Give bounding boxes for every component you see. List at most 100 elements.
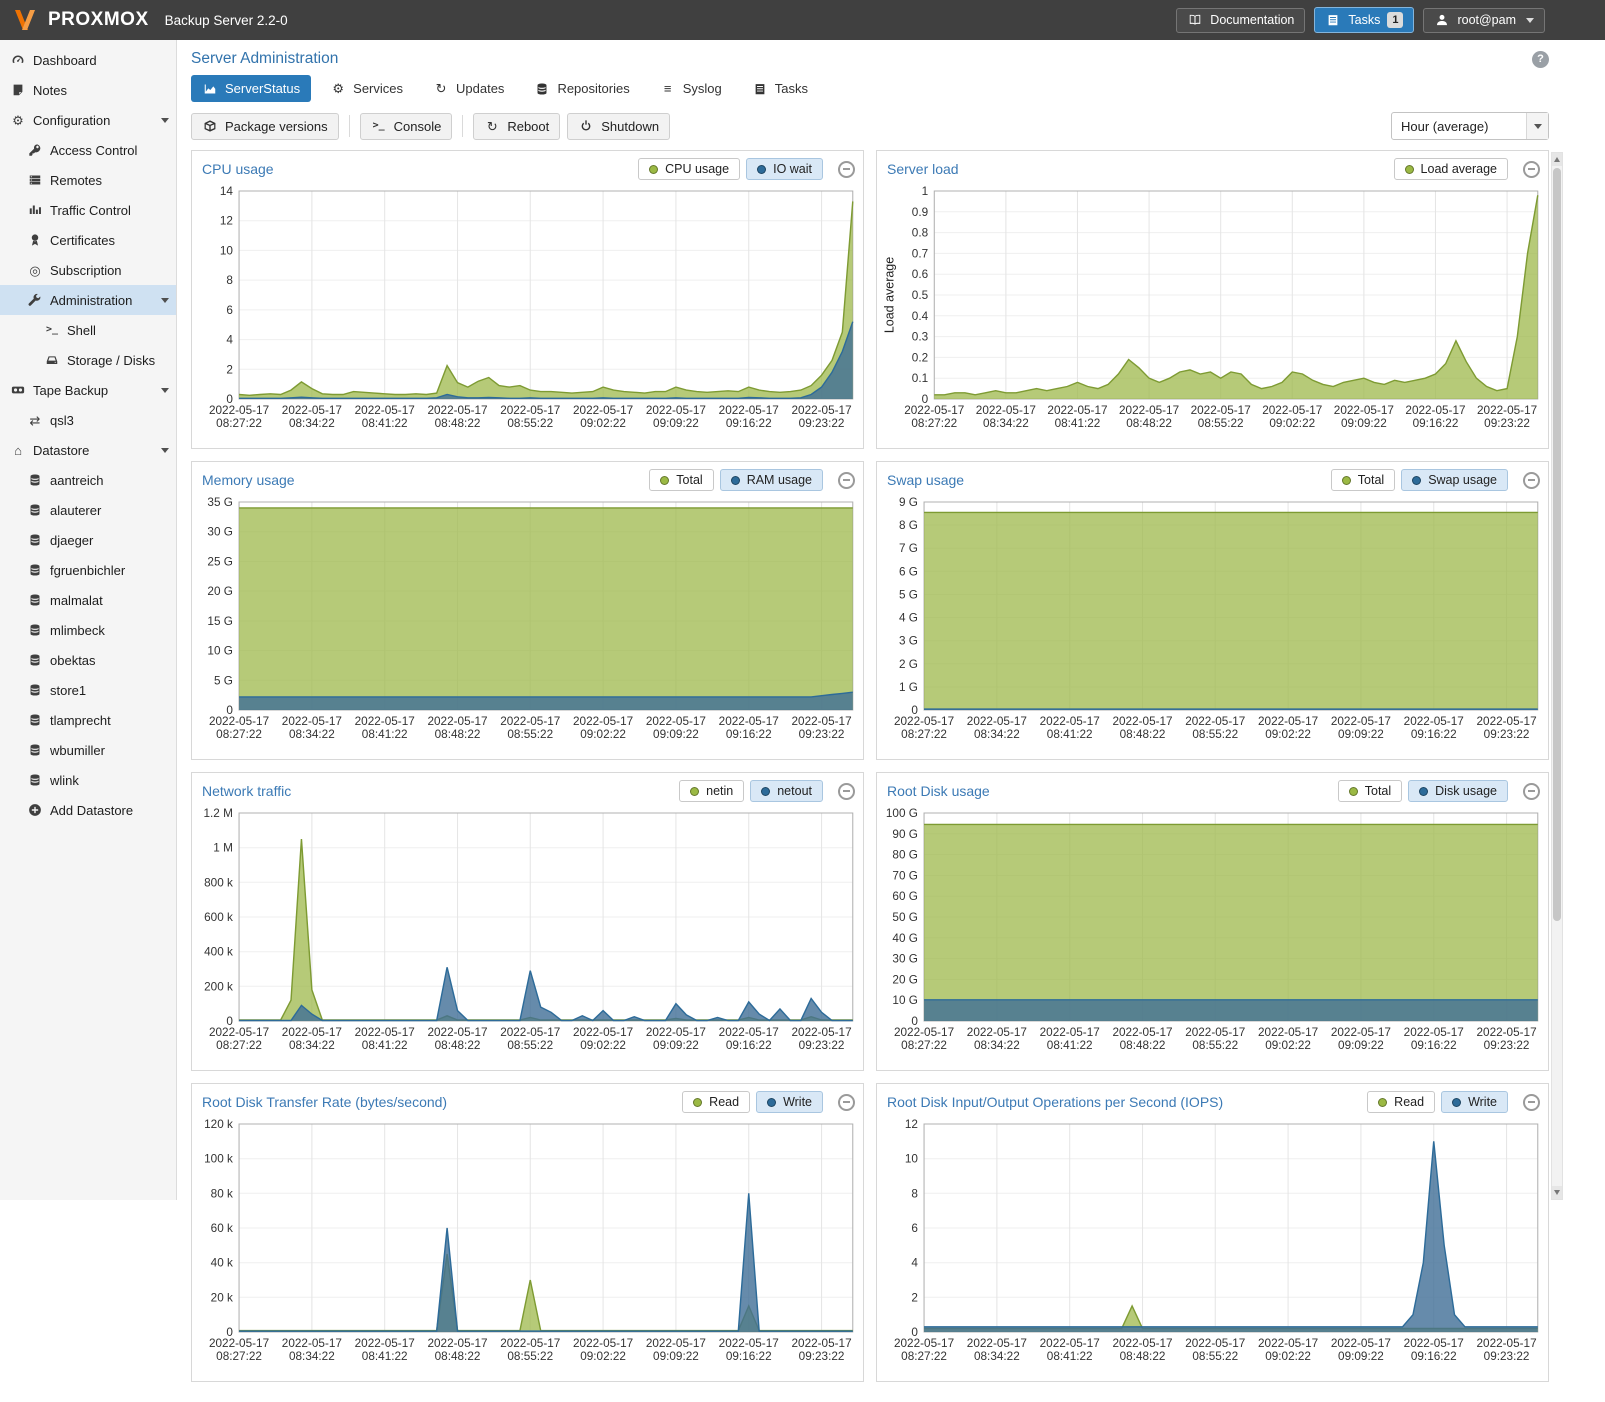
legend-write[interactable]: Write (1441, 1091, 1508, 1113)
help-icon[interactable]: ? (1532, 51, 1549, 68)
scrollbar-thumb[interactable] (1553, 168, 1561, 921)
chart-panel-memory-usage: Memory usageTotalRAM usage05 G10 G15 G20… (191, 461, 864, 760)
collapse-chart-button[interactable] (838, 161, 855, 178)
sidebar-item-aantreich[interactable]: aantreich (0, 465, 176, 495)
sidebar-item-remotes[interactable]: Remotes (0, 165, 176, 195)
svg-text:2022-05-17: 2022-05-17 (1185, 1337, 1245, 1350)
sidebar-item-traffic-control[interactable]: Traffic Control (0, 195, 176, 225)
svg-text:08:27:22: 08:27:22 (216, 1039, 262, 1052)
tab-services[interactable]: ⚙Services (319, 75, 414, 102)
legend-read[interactable]: Read (1367, 1091, 1435, 1113)
svg-text:2022-05-17: 2022-05-17 (355, 1337, 415, 1350)
svg-text:09:09:22: 09:09:22 (1341, 417, 1387, 430)
collapse-chart-button[interactable] (1523, 472, 1540, 489)
tab-serverstatus[interactable]: ServerStatus (191, 75, 311, 102)
proxmox-logo-icon (12, 8, 38, 32)
documentation-button[interactable]: Documentation (1176, 8, 1305, 33)
sidebar-item-wlink[interactable]: wlink (0, 765, 176, 795)
sidebar-item-administration[interactable]: Administration (0, 285, 176, 315)
chart-panel-header: Swap usageTotalSwap usage (877, 462, 1548, 494)
db-icon (27, 533, 43, 548)
vertical-scrollbar[interactable] (1551, 152, 1563, 1200)
sidebar-item-tlamprecht[interactable]: tlamprecht (0, 705, 176, 735)
sidebar-item-add-datastore[interactable]: Add Datastore (0, 795, 176, 825)
shutdown-button[interactable]: Shutdown (567, 113, 670, 140)
sidebar-item-storage-disks[interactable]: Storage / Disks (0, 345, 176, 375)
collapse-chart-button[interactable] (838, 472, 855, 489)
legend-write[interactable]: Write (756, 1091, 823, 1113)
sidebar-item-tape-backup[interactable]: Tape Backup (0, 375, 176, 405)
scroll-down-button[interactable] (1552, 1186, 1562, 1199)
user-menu-button[interactable]: root@pam (1423, 8, 1545, 33)
legend-io-wait[interactable]: IO wait (746, 158, 823, 180)
svg-text:2022-05-17: 2022-05-17 (792, 715, 852, 728)
legend-total[interactable]: Total (1331, 469, 1395, 491)
tab-updates[interactable]: ↻Updates (422, 75, 515, 102)
sidebar-item-mlimbeck[interactable]: mlimbeck (0, 615, 176, 645)
sidebar-item-store1[interactable]: store1 (0, 675, 176, 705)
tab-repositories[interactable]: Repositories (523, 75, 640, 102)
sidebar-item-datastore[interactable]: ⌂Datastore (0, 435, 176, 465)
collapse-chart-button[interactable] (838, 783, 855, 800)
tab-tasks[interactable]: Tasks (741, 75, 819, 102)
legend-cpu-usage[interactable]: CPU usage (638, 158, 740, 180)
sidebar-item-wbumiller[interactable]: wbumiller (0, 735, 176, 765)
console-button[interactable]: >_Console (360, 113, 453, 140)
legend-read[interactable]: Read (682, 1091, 750, 1113)
legend-swap-usage[interactable]: Swap usage (1401, 469, 1508, 491)
legend-netout[interactable]: netout (750, 780, 823, 802)
svg-text:20 G: 20 G (207, 585, 232, 598)
svg-text:2022-05-17: 2022-05-17 (427, 404, 487, 417)
expander-caret-icon[interactable] (161, 118, 169, 123)
reboot-button[interactable]: ↻Reboot (473, 113, 560, 140)
svg-text:09:09:22: 09:09:22 (1338, 1350, 1384, 1363)
sidebar-item-access-control[interactable]: Access Control (0, 135, 176, 165)
svg-text:09:23:22: 09:23:22 (799, 728, 845, 741)
legend-label: Write (1468, 1095, 1497, 1109)
chart-plot: 010 G20 G30 G40 G50 G60 G70 G80 G90 G100… (877, 805, 1548, 1061)
scroll-up-button[interactable] (1552, 153, 1562, 166)
sidebar-item-notes[interactable]: Notes (0, 75, 176, 105)
svg-text:2022-05-17: 2022-05-17 (427, 1026, 487, 1039)
legend-ram-usage[interactable]: RAM usage (720, 469, 823, 491)
sidebar-item-djaeger[interactable]: djaeger (0, 525, 176, 555)
sidebar-item-qsl3[interactable]: ⇄qsl3 (0, 405, 176, 435)
collapse-chart-button[interactable] (1523, 161, 1540, 178)
svg-text:15 G: 15 G (207, 615, 232, 628)
wrench-icon (27, 293, 43, 308)
svg-text:8 G: 8 G (899, 519, 918, 532)
sidebar-item-dashboard[interactable]: Dashboard (0, 45, 176, 75)
sidebar-item-malmalat[interactable]: malmalat (0, 585, 176, 615)
sidebar-item-shell[interactable]: >_Shell (0, 315, 176, 345)
tasks-button[interactable]: Tasks 1 (1314, 7, 1414, 33)
tab-syslog[interactable]: ≡Syslog (649, 75, 733, 102)
svg-text:0.4: 0.4 (912, 310, 929, 323)
sidebar-item-fgruenbichler[interactable]: fgruenbichler (0, 555, 176, 585)
sidebar-item-subscription[interactable]: ◎Subscription (0, 255, 176, 285)
note-icon (10, 83, 26, 98)
expander-caret-icon[interactable] (161, 448, 169, 453)
legend-total[interactable]: Total (1338, 780, 1402, 802)
db-icon (27, 593, 43, 608)
package-versions-button[interactable]: Package versions (191, 113, 339, 140)
chart-title: CPU usage (202, 161, 274, 177)
legend-total[interactable]: Total (649, 469, 713, 491)
sidebar-item-configuration[interactable]: ⚙Configuration (0, 105, 176, 135)
legend-disk-usage[interactable]: Disk usage (1408, 780, 1508, 802)
chart-legend: Total RAM usage (649, 469, 855, 491)
sidebar-item-obektas[interactable]: obektas (0, 645, 176, 675)
timeframe-select[interactable]: Hour (average) (1391, 112, 1549, 140)
collapse-chart-button[interactable] (1523, 1094, 1540, 1111)
sidebar-item-alauterer[interactable]: alauterer (0, 495, 176, 525)
chart-title: Memory usage (202, 472, 295, 488)
collapse-chart-button[interactable] (838, 1094, 855, 1111)
collapse-chart-button[interactable] (1523, 783, 1540, 800)
sidebar-item-label: aantreich (50, 473, 103, 488)
db-icon (27, 503, 43, 518)
expander-caret-icon[interactable] (161, 388, 169, 393)
legend-netin[interactable]: netin (679, 780, 744, 802)
svg-text:4: 4 (226, 334, 233, 347)
legend-load-average[interactable]: Load average (1394, 158, 1508, 180)
sidebar-item-certificates[interactable]: Certificates (0, 225, 176, 255)
expander-caret-icon[interactable] (161, 298, 169, 303)
